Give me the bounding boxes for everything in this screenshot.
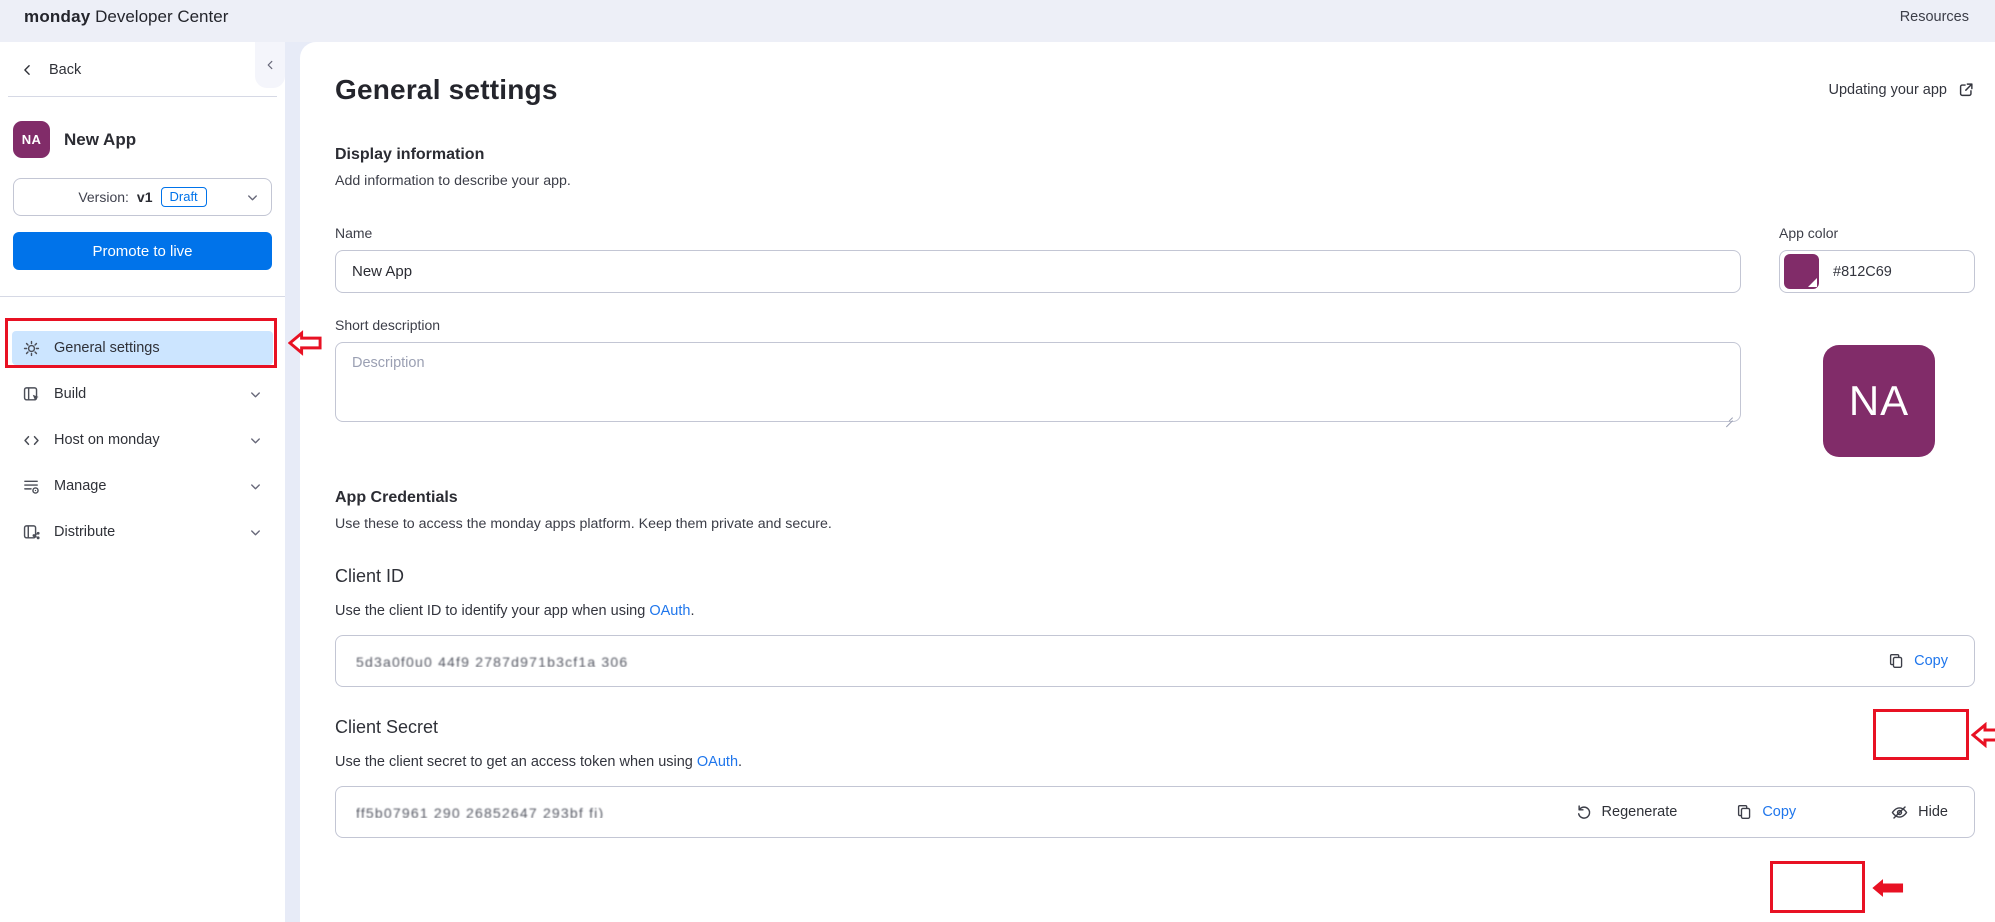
sidebar-item-host-on-monday[interactable]: Host on monday bbox=[12, 423, 273, 457]
top-bar: monday Developer Center Resources bbox=[0, 0, 1995, 42]
chevron-down-icon bbox=[251, 529, 260, 535]
display-information-subtitle: Add information to describe your app. bbox=[335, 173, 571, 189]
client-id-desc-text: Use the client ID to identify your app w… bbox=[335, 603, 650, 619]
regenerate-label: Regenerate bbox=[1601, 804, 1678, 820]
brand-bold: monday bbox=[24, 7, 91, 26]
swatch-corner bbox=[1808, 278, 1817, 287]
copy-label: Copy bbox=[1762, 804, 1797, 820]
back-label: Back bbox=[49, 62, 82, 78]
client-id-masked-value: 5d3a0f0u0 44f9 2787d971b3cf1a 306 bbox=[356, 655, 629, 667]
updating-your-app-link[interactable]: Updating your app bbox=[1829, 81, 1976, 99]
chevron-down-icon bbox=[251, 437, 260, 443]
app-color-label: App color bbox=[1779, 225, 1839, 241]
display-information-heading: Display information bbox=[335, 146, 485, 163]
resize-grip[interactable] bbox=[1724, 413, 1733, 422]
name-input[interactable] bbox=[335, 250, 1741, 293]
version-value: v1 bbox=[136, 189, 153, 205]
client-id-description: Use the client ID to identify your app w… bbox=[335, 603, 1975, 619]
sidebar-item-manage[interactable]: Manage bbox=[12, 469, 273, 503]
name-label: Name bbox=[335, 225, 373, 241]
sidebar-item-distribute[interactable]: Distribute bbox=[12, 515, 273, 549]
gear-icon bbox=[23, 340, 40, 356]
color-swatch bbox=[1784, 254, 1819, 289]
app-icon-preview: NA bbox=[1823, 345, 1935, 457]
client-secret-heading: Client Secret bbox=[335, 717, 439, 737]
copy-label: Copy bbox=[1914, 653, 1948, 669]
client-secret-masked-value: ff5b07961 290 26852647 293bf fi) bbox=[356, 806, 605, 818]
brand-rest: Developer Center bbox=[90, 7, 229, 26]
divider bbox=[0, 296, 285, 297]
external-link-icon bbox=[1959, 83, 1973, 97]
hide-label: Hide bbox=[1918, 804, 1948, 820]
copy-icon bbox=[1738, 805, 1751, 819]
sidebar-collapse-button[interactable] bbox=[255, 42, 285, 88]
sidebar-item-label: Distribute bbox=[54, 524, 116, 540]
sidebar-item-general-settings[interactable]: General settings bbox=[12, 331, 273, 365]
client-secret-copy-button[interactable]: Copy bbox=[1725, 797, 1806, 827]
app-color-picker[interactable]: #812C69 bbox=[1779, 250, 1975, 293]
sidebar-item-label: Build bbox=[54, 386, 87, 402]
back-button[interactable]: Back bbox=[0, 42, 81, 78]
client-id-field: 5d3a0f0u0 44f9 2787d971b3cf1a 306 Copy bbox=[335, 635, 1975, 687]
client-id-copy-button[interactable]: Copy bbox=[1877, 646, 1958, 676]
app-credentials-subtitle: Use these to access the monday apps plat… bbox=[335, 516, 832, 532]
board-share-icon bbox=[23, 524, 40, 539]
avatar: NA bbox=[13, 121, 50, 158]
chevron-left-icon bbox=[24, 65, 30, 75]
client-secret-desc-text: Use the client secret to get an access t… bbox=[335, 754, 697, 770]
short-description-input[interactable] bbox=[335, 342, 1741, 422]
app-credentials-heading: App Credentials bbox=[335, 489, 458, 506]
promote-to-live-button[interactable]: Promote to live bbox=[13, 232, 272, 270]
chevron-down-icon bbox=[248, 195, 257, 201]
copy-icon bbox=[1890, 654, 1903, 668]
sidebar-item-label: Manage bbox=[54, 478, 107, 494]
chevron-down-icon bbox=[251, 483, 260, 489]
resources-link[interactable]: Resources bbox=[1900, 9, 1969, 25]
app-header: NA New App bbox=[13, 121, 285, 158]
sidebar-nav: General settings Build Host on monday Ma… bbox=[0, 331, 285, 549]
oauth-link[interactable]: OAuth bbox=[649, 603, 690, 619]
sidebar-item-label: General settings bbox=[54, 340, 160, 356]
regenerate-button[interactable]: Regenerate bbox=[1565, 797, 1688, 827]
client-id-desc-period: . bbox=[690, 603, 695, 619]
list-gear-icon bbox=[24, 480, 39, 494]
sidebar: Back NA New App Version: v1 Draft Promot… bbox=[0, 42, 285, 922]
brand-logo[interactable]: monday Developer Center bbox=[24, 7, 228, 27]
regenerate-icon bbox=[1577, 805, 1590, 819]
client-secret-desc-period: . bbox=[738, 754, 743, 770]
chevron-down-icon bbox=[251, 391, 260, 397]
sidebar-item-build[interactable]: Build bbox=[12, 377, 273, 411]
client-secret-field: ff5b07961 290 26852647 293bf fi) Regener… bbox=[335, 786, 1975, 838]
sidebar-item-label: Host on monday bbox=[54, 432, 160, 448]
board-cursor-icon bbox=[23, 386, 39, 401]
client-secret-description: Use the client secret to get an access t… bbox=[335, 754, 1975, 770]
updating-your-app-label: Updating your app bbox=[1828, 82, 1948, 98]
code-icon bbox=[24, 435, 39, 445]
version-prefix: Version: bbox=[78, 189, 129, 205]
app-color-hex: #812C69 bbox=[1833, 263, 1892, 280]
short-description-label: Short description bbox=[335, 317, 441, 333]
main-panel: General settings Updating your app Displ… bbox=[300, 42, 1995, 922]
client-id-heading: Client ID bbox=[335, 566, 405, 586]
client-secret-actions: Regenerate Copy Hide bbox=[1565, 797, 1958, 828]
draft-badge: Draft bbox=[160, 187, 207, 207]
version-dropdown[interactable]: Version: v1 Draft bbox=[13, 178, 272, 216]
page-title: General settings bbox=[335, 74, 558, 105]
divider bbox=[8, 96, 277, 97]
app-name: New App bbox=[64, 129, 137, 149]
oauth-link[interactable]: OAuth bbox=[697, 754, 738, 770]
hide-button[interactable]: Hide bbox=[1880, 797, 1958, 828]
eye-off-icon bbox=[1891, 805, 1908, 819]
chevron-left-icon bbox=[267, 60, 273, 70]
